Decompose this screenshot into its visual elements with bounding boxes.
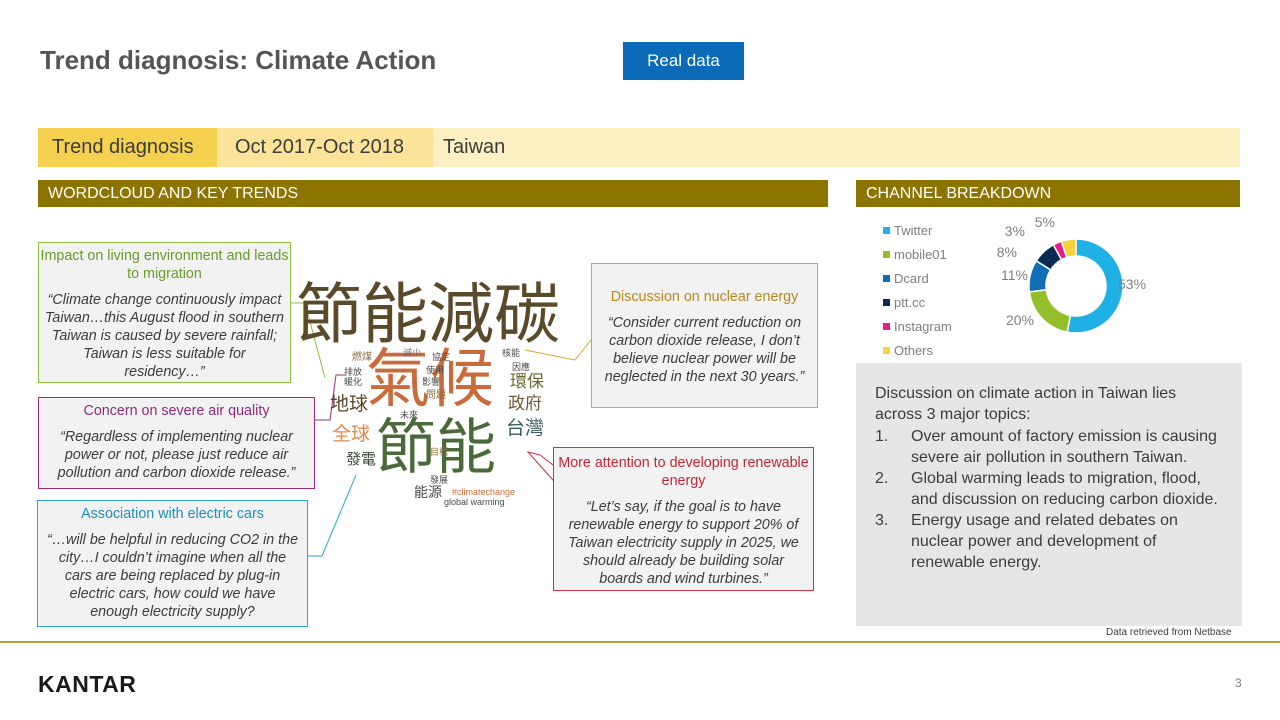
callout-title: Concern on severe air quality [83,403,270,419]
legend-label: Others [894,342,934,358]
wordcloud-word: 問題 [426,390,446,401]
legend-swatch [883,322,890,330]
wordcloud-word: #climatechange [452,487,516,497]
summary-item-text: Energy usage and related debates on nucl… [911,512,1178,571]
summary-item-number: 3. [875,512,889,529]
callout-title: Impact on living environment and leads t… [40,248,289,282]
callout-title: Discussion on nuclear energy [610,289,799,305]
summary-intro: Discussion on climate action in Taiwan l… [875,385,1177,423]
page-number: 3 [1235,676,1242,690]
donut-value-label: 8% [997,244,1017,260]
wordcloud-word: 政府 [508,394,542,414]
wordcloud-word: 減少 [403,349,422,359]
wordcloud-word: 目標 [430,448,449,458]
wordcloud-word: 全球 [332,423,371,445]
callout-quote: “Let’s say, if the goal is to have renew… [568,499,799,587]
wordcloud-word: 協定 [432,353,451,363]
legend-label: Instagram [894,318,952,334]
legend-swatch [883,226,890,234]
summary-item: 3. Energy usage and related debates on nu… [875,510,1224,573]
callout-quote: “Regardless of implementing nuclear powe… [57,429,296,481]
legend-swatch [883,274,890,282]
donut-value-label: 5% [1035,214,1055,230]
wordcloud-word: 地球 [330,393,369,415]
wordcloud-word: 台灣 [506,417,545,439]
summary-item-text: Over amount of factory emission is causi… [911,428,1217,466]
donut-slice-mobile01 [1028,288,1072,334]
callout-title: Association with electric cars [81,506,264,522]
legend-label: ptt.cc [894,294,926,310]
legend-item: Instagram [883,314,952,338]
callout-air-quality: Concern on severe air quality “Regardles… [38,397,315,489]
callout-renewable-energy: More attention to developing renewable e… [553,447,814,591]
legend-swatch [883,250,890,258]
summary-item: 2. Global warming leads to migration, flo… [875,468,1224,510]
wordcloud-word: global warming [444,497,505,507]
legend-label: mobile01 [894,246,947,262]
summary-item-number: 2. [875,470,889,487]
wordcloud-word: 影響 [422,378,441,388]
summary-item-number: 1. [875,428,889,445]
chart-legend: Twitter mobile01 Dcard ptt.cc Instagram Other… [883,218,952,362]
wordcloud-word: 燃煤 [352,352,372,363]
legend-item: Twitter [883,218,952,242]
donut-value-label: 53% [1118,276,1146,292]
wordcloud-word: 節能減碳 [296,276,560,353]
legend-item: Others [883,338,952,362]
summary-item-text: Global warming leads to migration, flood… [911,470,1218,508]
footer-rule [0,641,1280,643]
legend-label: Twitter [894,222,933,238]
wordcloud-word: 未來 [400,411,419,421]
wordcloud-word: 環保 [510,372,544,392]
summary-item: 1. Over amount of factory emission is cau… [875,426,1224,468]
kantar-logo: KANTAR [38,671,137,697]
wordcloud-word: 發電 [346,450,377,468]
wordcloud-word: 因應 [512,363,531,373]
legend-item: ptt.cc [883,290,952,314]
wordcloud-word: 使用 [426,366,445,376]
donut-value-label: 20% [1006,312,1034,328]
summary-box: Discussion on climate action in Taiwan l… [856,363,1242,626]
donut-value-label: 11% [1001,267,1028,283]
donut-value-label: 3% [1005,223,1025,239]
legend-swatch [883,298,890,306]
legend-label: Dcard [894,270,929,286]
wordcloud: 節能減碳 氣候 節能 地球 全球 環保 政府 台灣 發電 能源 燃煤 減少 協定… [290,270,590,520]
wordcloud-word: 核能 [502,349,521,359]
wordcloud-word: 能源 [414,485,442,501]
callout-quote: “…will be helpful in reducing CO2 in the… [46,532,299,620]
summary-list: 1. Over amount of factory emission is cau… [875,426,1224,573]
callout-nuclear-energy: Discussion on nuclear energy “Consider c… [591,263,818,408]
legend-item: mobile01 [883,242,952,266]
wordcloud-word: 暖化 [344,378,363,388]
callout-living-environment: Impact on living environment and leads t… [38,242,291,383]
callout-title: More attention to developing renewable e… [558,455,809,489]
data-source-note: Data retrieved from Netbase [1106,627,1232,638]
legend-swatch [883,346,890,354]
wordcloud-word: 發展 [430,476,449,486]
channel-donut-chart: 53% 20% 11% 8% 3% 5% [997,214,1146,334]
callout-quote: “Climate change continuously impact Taiw… [45,292,284,380]
callout-quote: “Consider current reduction on carbon di… [604,315,805,385]
legend-item: Dcard [883,266,952,290]
callout-electric-cars: Association with electric cars “…will be… [37,500,308,627]
wordcloud-word: 排放 [344,368,363,378]
